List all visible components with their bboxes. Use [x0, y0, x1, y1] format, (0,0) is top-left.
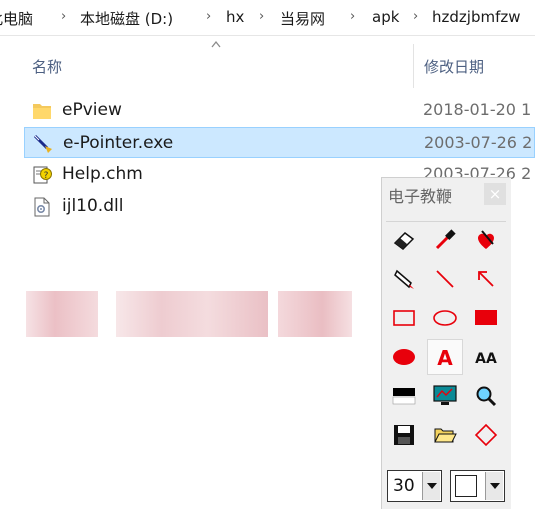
address-bar[interactable]: 此电脑 › 本地磁盘 (D:) › hx › 当易网 › apk › hzdzj… — [0, 0, 535, 36]
breadcrumb-current-folder[interactable]: hzdzjbmfzw — [432, 8, 521, 26]
heart-brush-tool[interactable] — [468, 222, 504, 258]
heart-brush-icon — [478, 230, 494, 249]
highlighter-tool[interactable] — [386, 261, 422, 297]
breadcrumb-separator-icon: › — [206, 9, 212, 24]
text-tool-glyph: A — [437, 346, 453, 370]
blurred-region — [278, 291, 352, 337]
filled-rectangle-tool[interactable] — [468, 300, 504, 336]
file-date: 2018-01-20 1 — [423, 100, 532, 119]
screen-capture-tool[interactable] — [427, 378, 463, 414]
pointer-tool-palette[interactable]: 电子教鞭 × A AA 30 — [381, 177, 511, 509]
text-icon: A — [437, 346, 453, 370]
color-select[interactable] — [450, 470, 505, 502]
folder-icon — [33, 104, 51, 119]
breadcrumb-dangyi[interactable]: 当易网 — [280, 8, 325, 29]
tool-grid: A AA — [386, 221, 506, 447]
line-width-value: 30 — [393, 476, 415, 496]
column-header: 名称 修改日期 — [0, 36, 535, 92]
filled-rectangle-icon — [475, 310, 497, 325]
breadcrumb-hx[interactable]: hx — [226, 8, 244, 26]
chevron-down-icon[interactable] — [485, 472, 503, 500]
blurred-region — [116, 291, 268, 337]
pen-icon — [435, 229, 456, 250]
rectangle-tool[interactable] — [386, 300, 422, 336]
file-name: ePview — [62, 100, 122, 120]
magnifier-tool[interactable] — [468, 378, 504, 414]
breadcrumb-this-pc[interactable]: 此电脑 — [0, 8, 33, 29]
breadcrumb-apk[interactable]: apk — [372, 8, 399, 26]
ellipse-tool[interactable] — [427, 300, 463, 336]
column-divider[interactable] — [413, 44, 414, 88]
text-size-tool[interactable]: AA — [468, 339, 504, 375]
save-tool[interactable] — [386, 417, 422, 453]
breadcrumb-separator-icon: › — [350, 9, 356, 24]
pen-tool[interactable] — [427, 222, 463, 258]
file-name: e-Pointer.exe — [63, 133, 174, 153]
save-icon — [394, 425, 414, 445]
open-folder-tool[interactable] — [427, 417, 463, 453]
color-swatch — [455, 475, 477, 497]
line-width-select[interactable]: 30 — [387, 470, 442, 502]
filled-ellipse-tool[interactable] — [386, 339, 422, 375]
palette-title: 电子教鞭 — [388, 187, 453, 206]
file-row[interactable]: ePview 2018-01-20 1 — [24, 95, 535, 126]
file-name: ijl10.dll — [62, 196, 124, 216]
filled-ellipse-icon — [393, 349, 415, 365]
breadcrumb-separator-icon: › — [413, 9, 419, 24]
black-white-screen-icon — [392, 388, 416, 405]
eraser-icon — [393, 232, 415, 250]
file-date: 2003-07-26 2 — [424, 133, 533, 152]
chm-help-icon: ? — [33, 166, 52, 184]
screen-icon — [433, 385, 457, 405]
line-icon — [436, 270, 454, 288]
open-folder-icon — [434, 428, 457, 443]
file-name: Help.chm — [62, 164, 143, 184]
rectangle-icon — [393, 310, 415, 326]
arrow-tool[interactable] — [468, 261, 504, 297]
sort-ascending-icon — [211, 40, 221, 48]
diamond-tool[interactable] — [468, 417, 504, 453]
file-row-selected[interactable]: e-Pointer.exe 2003-07-26 2 — [24, 127, 535, 158]
highlighter-icon — [394, 269, 414, 289]
magnifier-icon — [476, 386, 497, 407]
ellipse-icon — [433, 310, 457, 326]
pointer-exe-icon — [33, 134, 52, 153]
close-icon[interactable]: × — [484, 183, 506, 205]
text-size-glyph: AA — [475, 351, 497, 367]
text-tool[interactable]: A — [427, 339, 463, 375]
dll-file-icon — [34, 197, 50, 217]
breadcrumb-drive-d[interactable]: 本地磁盘 (D:) — [80, 8, 173, 29]
chevron-down-icon[interactable] — [422, 472, 440, 500]
arrow-icon — [478, 271, 494, 287]
breadcrumb-separator-icon: › — [61, 9, 67, 24]
eraser-tool[interactable] — [386, 222, 422, 258]
column-date-header[interactable]: 修改日期 — [424, 56, 484, 77]
line-tool[interactable] — [427, 261, 463, 297]
diamond-icon — [474, 423, 498, 447]
svg-text:?: ? — [44, 171, 49, 181]
column-name-header[interactable]: 名称 — [32, 56, 62, 77]
breadcrumb-separator-icon: › — [259, 9, 265, 24]
blurred-region — [26, 291, 98, 337]
black-white-screen-tool[interactable] — [386, 378, 422, 414]
text-size-icon: AA — [475, 351, 497, 367]
